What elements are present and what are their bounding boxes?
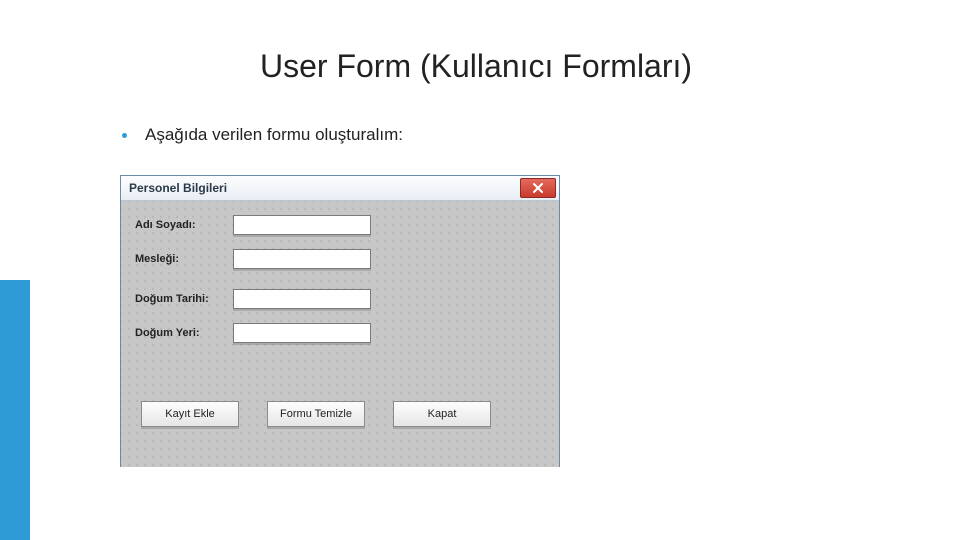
- slide-title: User Form (Kullanıcı Formları): [260, 48, 692, 85]
- label-dogum-yeri: Doğum Yeri:: [135, 327, 200, 339]
- userform-window: Personel Bilgileri Adı Soyadı: Mesleği: …: [120, 175, 560, 467]
- window-title: Personel Bilgileri: [129, 181, 227, 195]
- slide: User Form (Kullanıcı Formları) Aşağıda v…: [0, 0, 960, 540]
- label-meslek: Mesleği:: [135, 253, 179, 265]
- kayit-ekle-button[interactable]: Kayıt Ekle: [141, 401, 239, 427]
- bullet-row: Aşağıda verilen formu oluşturalım:: [122, 125, 403, 145]
- close-icon: [533, 183, 543, 193]
- bullet-icon: [122, 133, 127, 138]
- input-dogum-tarihi[interactable]: [233, 289, 371, 309]
- form-body: Adı Soyadı: Mesleği: Doğum Tarihi: Doğum…: [121, 201, 559, 467]
- label-dogum-tarihi: Doğum Tarihi:: [135, 293, 209, 305]
- input-dogum-yeri[interactable]: [233, 323, 371, 343]
- accent-bar: [0, 280, 30, 540]
- titlebar: Personel Bilgileri: [121, 176, 559, 201]
- kapat-button[interactable]: Kapat: [393, 401, 491, 427]
- formu-temizle-button[interactable]: Formu Temizle: [267, 401, 365, 427]
- input-meslek[interactable]: [233, 249, 371, 269]
- input-ad-soyad[interactable]: [233, 215, 371, 235]
- bullet-text: Aşağıda verilen formu oluşturalım:: [145, 125, 403, 145]
- label-ad-soyad: Adı Soyadı:: [135, 219, 196, 231]
- close-button[interactable]: [520, 178, 556, 198]
